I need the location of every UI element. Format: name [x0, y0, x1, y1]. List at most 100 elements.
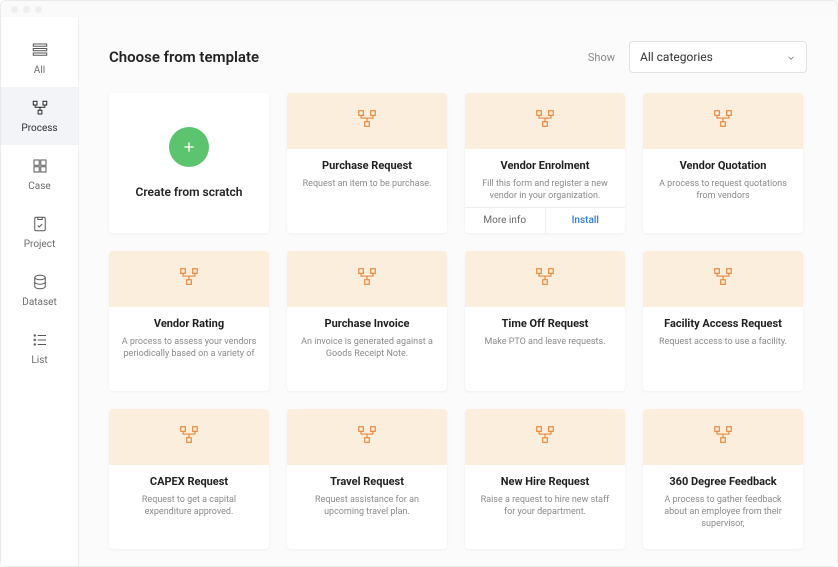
card-desc: A process to gather feedback about an em…: [655, 494, 791, 530]
card-title: 360 Degree Feedback: [655, 475, 791, 488]
install-button[interactable]: Install: [546, 208, 626, 233]
card-body: CAPEX Request Request to get a capital e…: [109, 465, 269, 549]
process-icon: [178, 266, 200, 292]
template-card[interactable]: Purchase Invoice An invoice is generated…: [287, 251, 447, 391]
template-card[interactable]: CAPEX Request Request to get a capital e…: [109, 409, 269, 549]
card-desc: Fill this form and register a new vendor…: [477, 178, 613, 202]
header: Choose from template Show All categories: [109, 41, 807, 73]
card-title: Time Off Request: [477, 317, 613, 330]
card-title: New Hire Request: [477, 475, 613, 488]
card-desc: Request assistance for an upcoming trave…: [299, 494, 435, 518]
template-card[interactable]: Vendor Quotation A process to request qu…: [643, 93, 803, 233]
window-dot: [23, 6, 30, 13]
process-icon: [534, 424, 556, 450]
card-image: [643, 251, 803, 307]
card-body: Vendor Quotation A process to request qu…: [643, 149, 803, 233]
template-card[interactable]: Travel Request Request assistance for an…: [287, 409, 447, 549]
window-dot: [11, 6, 18, 13]
template-card[interactable]: New Hire Request Raise a request to hire…: [465, 409, 625, 549]
template-card[interactable]: Facility Access Request Request access t…: [643, 251, 803, 391]
card-desc: A process to request quotations from ven…: [655, 178, 791, 202]
card-desc: An invoice is generated against a Goods …: [299, 336, 435, 360]
card-title: CAPEX Request: [121, 475, 257, 488]
sidebar-item-all[interactable]: All: [1, 29, 78, 87]
sidebar-item-dataset[interactable]: Dataset: [1, 261, 78, 319]
process-icon: [712, 266, 734, 292]
select-value: All categories: [640, 50, 713, 64]
template-card[interactable]: 360 Degree Feedback A process to gather …: [643, 409, 803, 549]
template-card[interactable]: Vendor Enrolment Fill this form and regi…: [465, 93, 625, 233]
all-icon: [30, 40, 50, 60]
create-from-scratch-card[interactable]: Create from scratch: [109, 93, 269, 233]
list-icon: [30, 330, 50, 350]
card-image: [109, 251, 269, 307]
app-window: All Process Case Project: [0, 0, 838, 567]
card-desc: Request to get a capital expenditure app…: [121, 494, 257, 518]
template-card[interactable]: Purchase Request Request an item to be p…: [287, 93, 447, 233]
window-dot: [35, 6, 42, 13]
process-icon: [712, 108, 734, 134]
template-card[interactable]: Vendor Rating A process to assess your v…: [109, 251, 269, 391]
sidebar: All Process Case Project: [1, 17, 79, 566]
main-panel: Choose from template Show All categories: [79, 17, 837, 566]
card-title: Facility Access Request: [655, 317, 791, 330]
card-title: Vendor Enrolment: [477, 159, 613, 172]
card-body: Purchase Invoice An invoice is generated…: [287, 307, 447, 391]
card-body: Time Off Request Make PTO and leave requ…: [465, 307, 625, 391]
sidebar-item-label: All: [34, 65, 45, 76]
card-image: [465, 251, 625, 307]
card-body: 360 Degree Feedback A process to gather …: [643, 465, 803, 549]
card-title: Travel Request: [299, 475, 435, 488]
filter-wrap: Show All categories: [588, 41, 807, 73]
process-icon: [178, 424, 200, 450]
card-image: [465, 93, 625, 149]
sidebar-item-case[interactable]: Case: [1, 145, 78, 203]
show-label: Show: [588, 51, 615, 64]
sidebar-item-label: Dataset: [22, 297, 56, 308]
card-image: [465, 409, 625, 465]
sidebar-item-project[interactable]: Project: [1, 203, 78, 261]
page-title: Choose from template: [109, 48, 259, 66]
card-desc: Raise a request to hire new staff for yo…: [477, 494, 613, 518]
sidebar-item-label: Project: [24, 239, 56, 250]
card-title: Purchase Invoice: [299, 317, 435, 330]
plus-icon: [169, 127, 209, 167]
process-icon: [356, 266, 378, 292]
card-desc: Make PTO and leave requests.: [477, 336, 613, 348]
card-body: Travel Request Request assistance for an…: [287, 465, 447, 549]
card-image: [287, 93, 447, 149]
card-body: Vendor Enrolment Fill this form and regi…: [465, 149, 625, 207]
template-grid: Create from scratch Purchase Request Req…: [109, 93, 807, 549]
process-icon: [534, 108, 556, 134]
card-title: Vendor Rating: [121, 317, 257, 330]
more-info-button[interactable]: More info: [465, 208, 546, 233]
project-icon: [30, 214, 50, 234]
process-icon: [30, 98, 50, 118]
dataset-icon: [30, 272, 50, 292]
sidebar-item-list[interactable]: List: [1, 319, 78, 377]
process-icon: [356, 424, 378, 450]
sidebar-item-process[interactable]: Process: [1, 87, 78, 145]
sidebar-item-label: List: [31, 355, 47, 366]
process-icon: [534, 266, 556, 292]
card-actions: More info Install: [465, 207, 625, 233]
card-body: New Hire Request Raise a request to hire…: [465, 465, 625, 549]
category-select[interactable]: All categories: [629, 41, 807, 73]
titlebar: [1, 1, 837, 17]
card-image: [643, 409, 803, 465]
card-body: Vendor Rating A process to assess your v…: [109, 307, 269, 391]
card-body: Facility Access Request Request access t…: [643, 307, 803, 391]
app-body: All Process Case Project: [1, 17, 837, 566]
card-body: Purchase Request Request an item to be p…: [287, 149, 447, 233]
create-label: Create from scratch: [135, 185, 242, 199]
card-image: [109, 409, 269, 465]
process-icon: [356, 108, 378, 134]
card-image: [643, 93, 803, 149]
sidebar-item-label: Process: [21, 123, 57, 134]
card-desc: Request access to use a facility.: [655, 336, 791, 348]
card-desc: A process to assess your vendors periodi…: [121, 336, 257, 360]
template-card[interactable]: Time Off Request Make PTO and leave requ…: [465, 251, 625, 391]
card-image: [287, 251, 447, 307]
card-title: Vendor Quotation: [655, 159, 791, 172]
process-icon: [712, 424, 734, 450]
